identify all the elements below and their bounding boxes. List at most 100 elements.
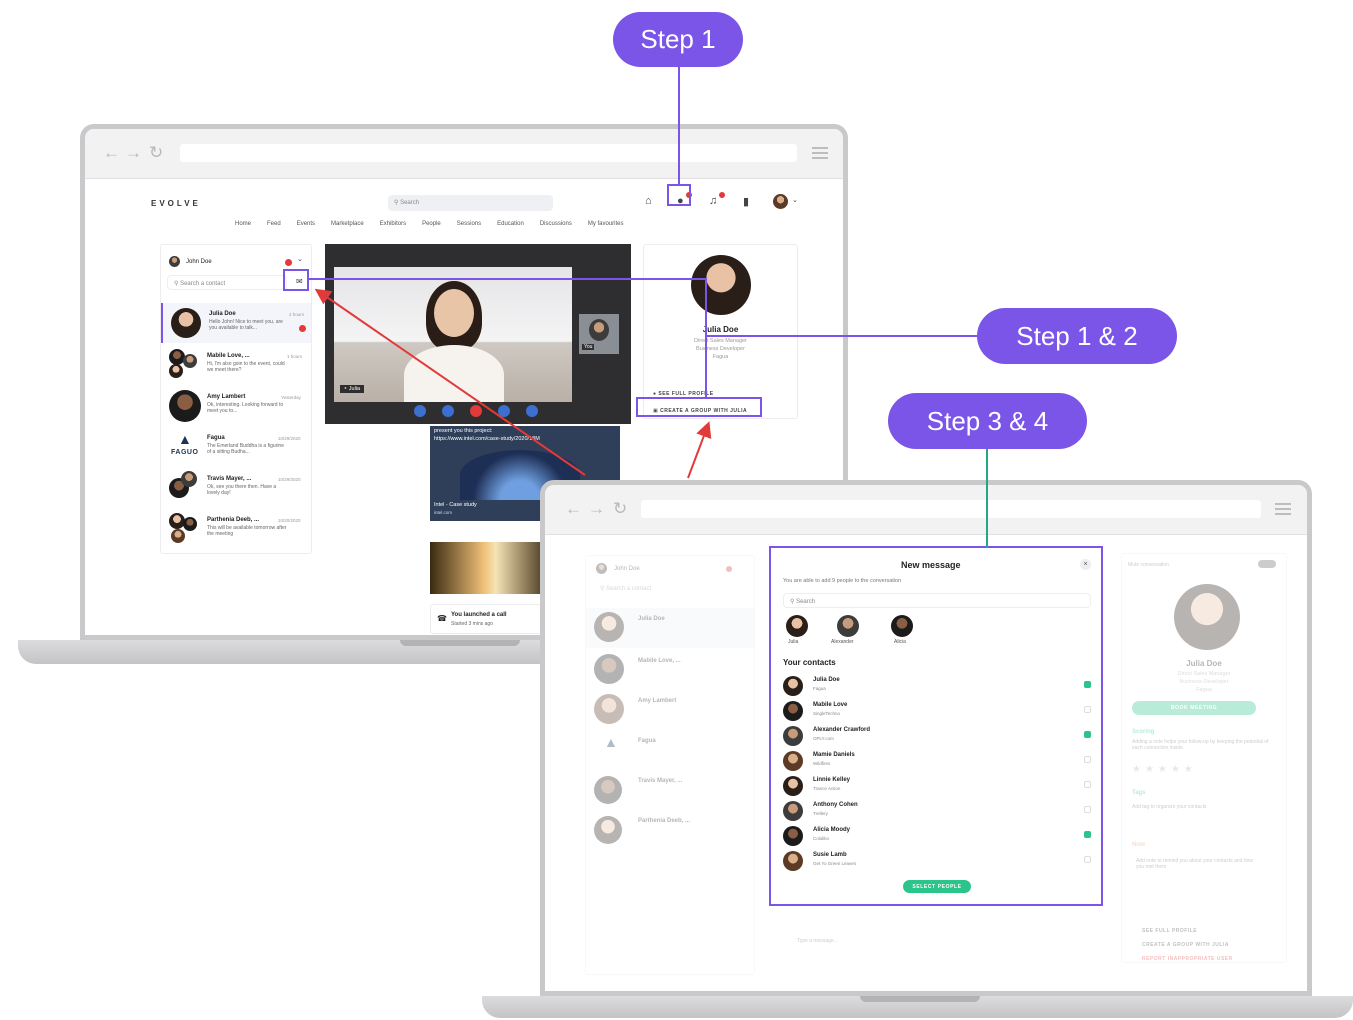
url-bar[interactable] bbox=[641, 500, 1261, 518]
contact-checkbox[interactable] bbox=[1084, 681, 1091, 688]
contact-row[interactable]: Julia Doe Fagua bbox=[783, 674, 1091, 698]
note-title: Note bbox=[1132, 842, 1146, 848]
phone-icon: ☎ bbox=[437, 614, 447, 623]
contact-checkbox[interactable] bbox=[1084, 756, 1091, 763]
contact-company: SingleTechno bbox=[813, 711, 841, 716]
screen-share-button[interactable] bbox=[498, 405, 510, 417]
home-icon[interactable]: ⌂ bbox=[645, 195, 652, 207]
shared-image bbox=[430, 542, 550, 594]
contact-search-input[interactable]: ⚲ Search a contact bbox=[594, 581, 729, 595]
contact-row[interactable]: Linnie Kelley Trance Action bbox=[783, 774, 1091, 798]
close-icon[interactable]: × bbox=[1080, 559, 1091, 570]
message-input-placeholder[interactable]: Type a message... bbox=[797, 938, 838, 944]
contact-company: Trellery bbox=[813, 811, 828, 816]
conversation-item[interactable]: Amy Lambert Yesterday Ok, interesting. L… bbox=[161, 386, 311, 426]
report-user-link[interactable]: REPORT INAPPROPRIATE USER bbox=[1142, 956, 1233, 962]
tags-text: Add tag to organize your contacts bbox=[1132, 804, 1207, 810]
fagua-tree-icon: ▲ bbox=[178, 431, 192, 447]
contact-search-placeholder: Search a contact bbox=[606, 586, 652, 592]
bookmark-icon[interactable]: ▮ bbox=[743, 195, 749, 208]
user-avatar[interactable] bbox=[773, 194, 788, 209]
chevron-down-icon[interactable]: ⌄ bbox=[297, 255, 303, 263]
selected-person[interactable]: Alexander bbox=[831, 615, 876, 647]
menu-exhibitors[interactable]: Exhibitors bbox=[380, 221, 406, 227]
conversation-time: 1 hours bbox=[287, 354, 303, 359]
browser-menu-icon[interactable] bbox=[1275, 503, 1291, 515]
contact-row[interactable]: Mamie Daniels Wildfires bbox=[783, 749, 1091, 773]
conversation-item[interactable]: Mabile Love, ... bbox=[586, 650, 754, 690]
bell-icon[interactable]: ♫ bbox=[709, 195, 717, 207]
case-study-title[interactable]: Intel - Case study bbox=[434, 502, 477, 508]
conversation-item[interactable]: Mabile Love, ... 1 hours Hi, I'm also go… bbox=[161, 345, 311, 385]
note-text: Add note to remind you about your contac… bbox=[1136, 858, 1254, 870]
menu-marketplace[interactable]: Marketplace bbox=[331, 221, 364, 227]
forward-arrow-icon[interactable]: → bbox=[588, 499, 605, 519]
profile-role-1: Direct Sales Manager bbox=[694, 338, 747, 344]
forward-arrow-icon[interactable]: → bbox=[125, 143, 142, 163]
create-group-link[interactable]: CREATE A GROUP WITH JULIA bbox=[1142, 942, 1229, 948]
message-link[interactable]: https://www.intel.com/case-study/2020/18… bbox=[434, 436, 540, 442]
conversation-item[interactable]: Julia Doe bbox=[586, 608, 754, 648]
contact-row[interactable]: Anthony Cohen Trellery bbox=[783, 799, 1091, 823]
contact-company: Get Yo Green Leaves bbox=[813, 861, 857, 866]
contact-checkbox[interactable] bbox=[1084, 806, 1091, 813]
conversation-item[interactable]: Amy Lambert bbox=[586, 690, 754, 730]
menu-feed[interactable]: Feed bbox=[267, 221, 281, 227]
menu-home[interactable]: Home bbox=[235, 221, 251, 227]
conversation-item[interactable]: ▲ FAGUO Fagua 10/29/2020 The Emerland Bu… bbox=[161, 427, 311, 467]
menu-favourites[interactable]: My favourites bbox=[588, 221, 624, 227]
conversation-item[interactable]: Parthenia Deeb, ... bbox=[586, 810, 754, 850]
conversation-item[interactable]: Travis Mayer, ... bbox=[586, 770, 754, 810]
selected-person[interactable]: Alicia bbox=[888, 615, 918, 647]
menu-discussions[interactable]: Discussions bbox=[540, 221, 572, 227]
see-full-profile-link[interactable]: SEE FULL PROFILE bbox=[1142, 928, 1197, 934]
select-people-button[interactable]: SELECT PEOPLE bbox=[903, 880, 971, 893]
global-search-input[interactable]: ⚲ Search bbox=[388, 195, 553, 211]
conversation-preview: Hi, I'm also goin to the event, could we… bbox=[207, 361, 285, 373]
background-inbox-panel: John Doe ⚲ Search a contact Julia Doe Ma… bbox=[585, 555, 755, 975]
contact-row[interactable]: Mabile Love SingleTechno bbox=[783, 699, 1091, 723]
selected-person[interactable]: Julia bbox=[783, 615, 813, 647]
people-search-input[interactable]: ⚲ Search bbox=[783, 593, 1091, 608]
book-meeting-button[interactable]: BOOK MEETING bbox=[1132, 701, 1256, 715]
url-bar[interactable] bbox=[180, 144, 797, 162]
reload-icon[interactable]: ↻ bbox=[149, 143, 163, 163]
search-icon: ⚲ bbox=[394, 200, 399, 206]
conversation-item[interactable]: Parthenia Deeb, ... 10/20/2020 This will… bbox=[161, 509, 311, 549]
contact-checkbox[interactable] bbox=[1084, 831, 1091, 838]
contact-row[interactable]: Alexander Crawford OPLY.com bbox=[783, 724, 1091, 748]
contact-name: Alexander Crawford bbox=[813, 727, 871, 733]
menu-education[interactable]: Education bbox=[497, 221, 524, 227]
back-arrow-icon[interactable]: ← bbox=[565, 499, 582, 519]
conversation-item[interactable]: Julia Doe 2 hours Hello John! Nice to me… bbox=[161, 303, 311, 343]
contact-row[interactable]: Alicia Moody Cololiko bbox=[783, 824, 1091, 848]
contact-avatar bbox=[594, 776, 622, 804]
menu-sessions[interactable]: Sessions bbox=[457, 221, 481, 227]
contact-checkbox[interactable] bbox=[1084, 856, 1091, 863]
mute-toggle[interactable] bbox=[1258, 560, 1276, 568]
contact-checkbox[interactable] bbox=[1084, 731, 1091, 738]
reload-icon[interactable]: ↻ bbox=[613, 499, 627, 519]
conversation-item[interactable]: Travis Mayer, ... 10/29/2020 Ok, see you… bbox=[161, 468, 311, 508]
contact-search-input[interactable]: ⚲ Search a contact bbox=[167, 275, 287, 290]
notification-dot bbox=[285, 259, 292, 266]
scoring-title: Scoring bbox=[1132, 729, 1155, 735]
star-rating[interactable]: ★★★★★ bbox=[1132, 764, 1197, 775]
call-title: You launched a call bbox=[451, 612, 507, 618]
more-button[interactable] bbox=[526, 405, 538, 417]
hang-up-button[interactable] bbox=[470, 405, 482, 417]
profile-avatar bbox=[1174, 584, 1240, 650]
contact-checkbox[interactable] bbox=[1084, 781, 1091, 788]
contact-checkbox[interactable] bbox=[1084, 706, 1091, 713]
contact-avatar bbox=[594, 612, 624, 642]
chevron-down-icon[interactable]: ⌄ bbox=[792, 196, 798, 204]
back-arrow-icon[interactable]: ← bbox=[103, 143, 120, 163]
menu-events[interactable]: Events bbox=[297, 221, 315, 227]
mic-button[interactable] bbox=[414, 405, 426, 417]
browser-menu-icon[interactable] bbox=[812, 147, 828, 159]
menu-people[interactable]: People bbox=[422, 221, 441, 227]
camera-button[interactable] bbox=[442, 405, 454, 417]
contact-row[interactable]: Susie Lamb Get Yo Green Leaves bbox=[783, 849, 1091, 873]
conversation-item[interactable]: ▲ Fagua bbox=[586, 730, 754, 770]
conversation-name: Fagua bbox=[207, 435, 225, 441]
